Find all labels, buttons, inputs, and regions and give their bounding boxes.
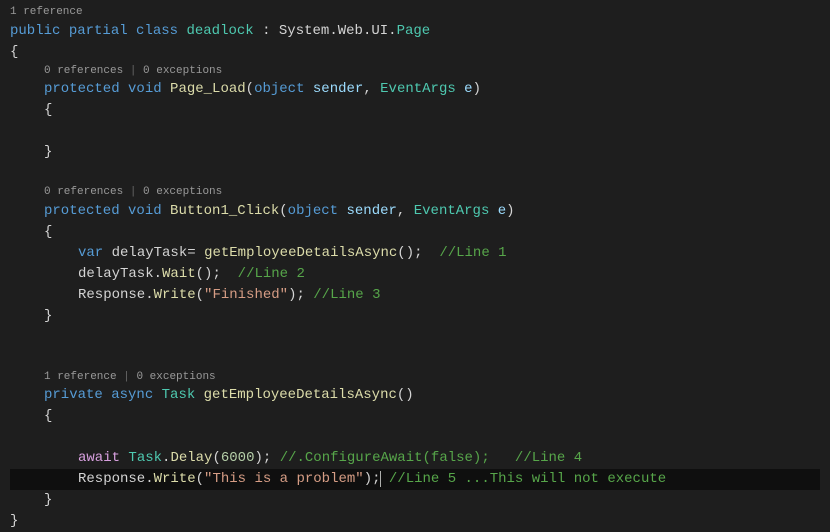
code-line[interactable]: }	[10, 142, 820, 163]
string-finished: "Finished"	[204, 287, 288, 303]
codelens-refs[interactable]: 0 references	[44, 186, 123, 198]
string-problem: "This is a problem"	[204, 471, 364, 487]
method-pageload: Page_Load	[170, 81, 246, 97]
brace-close: }	[10, 513, 18, 529]
call-delay: Delay	[170, 450, 212, 466]
keyword-var: var	[78, 245, 103, 261]
code-line[interactable]: protected void Page_Load(object sender, …	[10, 79, 820, 100]
comment-line2: //Line 2	[238, 266, 305, 282]
codelens-refs[interactable]: 1 reference	[10, 6, 83, 18]
param-sender: sender	[313, 81, 363, 97]
code-line[interactable]: {	[10, 42, 820, 63]
keyword-public: public	[10, 23, 60, 39]
code-line[interactable]: var delayTask= getEmployeeDetailsAsync()…	[10, 243, 820, 264]
keyword-void: void	[128, 81, 162, 97]
param-e: e	[498, 203, 506, 219]
keyword-object: object	[288, 203, 338, 219]
blank-line	[10, 427, 820, 448]
codelens-exceptions[interactable]: 0 exceptions	[143, 65, 222, 77]
code-line[interactable]: protected void Button1_Click(object send…	[10, 201, 820, 222]
brace-close: }	[44, 308, 52, 324]
codelens-button1[interactable]: 0 references | 0 exceptions	[10, 184, 820, 201]
keyword-protected: protected	[44, 203, 120, 219]
type-eventargs: EventArgs	[414, 203, 490, 219]
code-line[interactable]: private async Task getEmployeeDetailsAsy…	[10, 385, 820, 406]
code-line-current[interactable]: Response.Write("This is a problem"); //L…	[10, 469, 820, 490]
code-line[interactable]: delayTask.Wait(); //Line 2	[10, 264, 820, 285]
brace-open: {	[44, 224, 52, 240]
type-web: Web	[338, 23, 363, 39]
type-deadlock: deadlock	[186, 23, 253, 39]
prop-response: Response	[78, 287, 145, 303]
type-ui: UI	[371, 23, 388, 39]
codelens-class[interactable]: 1 reference	[10, 4, 820, 21]
type-page: Page	[397, 23, 431, 39]
keyword-partial: partial	[69, 23, 128, 39]
codelens-exceptions[interactable]: 0 exceptions	[136, 371, 215, 383]
keyword-object: object	[254, 81, 304, 97]
call-wait: Wait	[162, 266, 196, 282]
codelens-refs[interactable]: 0 references	[44, 65, 123, 77]
keyword-async: async	[111, 387, 153, 403]
blank-line	[10, 348, 820, 369]
code-line[interactable]: Response.Write("Finished"); //Line 3	[10, 285, 820, 306]
code-line[interactable]: {	[10, 100, 820, 121]
var-delaytask: delayTask	[112, 245, 188, 261]
brace-close: }	[44, 144, 52, 160]
codelens-refs[interactable]: 1 reference	[44, 371, 117, 383]
var-delaytask: delayTask	[78, 266, 154, 282]
comment-line3: //Line 3	[313, 287, 380, 303]
brace-open: {	[44, 102, 52, 118]
code-line[interactable]: public partial class deadlock : System.W…	[10, 21, 820, 42]
code-line[interactable]: }	[10, 306, 820, 327]
brace-open: {	[44, 408, 52, 424]
keyword-class: class	[136, 23, 178, 39]
call-getemployee: getEmployeeDetailsAsync	[204, 245, 397, 261]
call-write: Write	[154, 287, 196, 303]
codelens-exceptions[interactable]: 0 exceptions	[143, 186, 222, 198]
keyword-void: void	[128, 203, 162, 219]
code-line[interactable]: }	[10, 490, 820, 511]
brace-close: }	[44, 492, 52, 508]
keyword-protected: protected	[44, 81, 120, 97]
type-task: Task	[128, 450, 162, 466]
type-task: Task	[162, 387, 196, 403]
comment-line1: //Line 1	[439, 245, 506, 261]
code-line[interactable]: {	[10, 406, 820, 427]
brace-open: {	[10, 44, 18, 60]
blank-line	[10, 163, 820, 184]
type-eventargs: EventArgs	[380, 81, 456, 97]
type-system: System	[279, 23, 329, 39]
prop-response: Response	[78, 471, 145, 487]
code-line[interactable]: {	[10, 222, 820, 243]
blank-line	[10, 121, 820, 142]
keyword-await: await	[78, 450, 120, 466]
keyword-private: private	[44, 387, 103, 403]
param-e: e	[464, 81, 472, 97]
method-button1click: Button1_Click	[170, 203, 279, 219]
comment-line4: //.ConfigureAwait(false); //Line 4	[280, 450, 582, 466]
codelens-getemp[interactable]: 1 reference | 0 exceptions	[10, 369, 820, 386]
code-line[interactable]: await Task.Delay(6000); //.ConfigureAwai…	[10, 448, 820, 469]
comment-line5: //Line 5 ...This will not execute	[389, 471, 666, 487]
call-write: Write	[154, 471, 196, 487]
method-getemployee: getEmployeeDetailsAsync	[204, 387, 397, 403]
number-delay: 6000	[221, 450, 255, 466]
code-line[interactable]: }	[10, 511, 820, 532]
blank-line	[10, 327, 820, 348]
codelens-pageload[interactable]: 0 references | 0 exceptions	[10, 63, 820, 80]
param-sender: sender	[347, 203, 397, 219]
